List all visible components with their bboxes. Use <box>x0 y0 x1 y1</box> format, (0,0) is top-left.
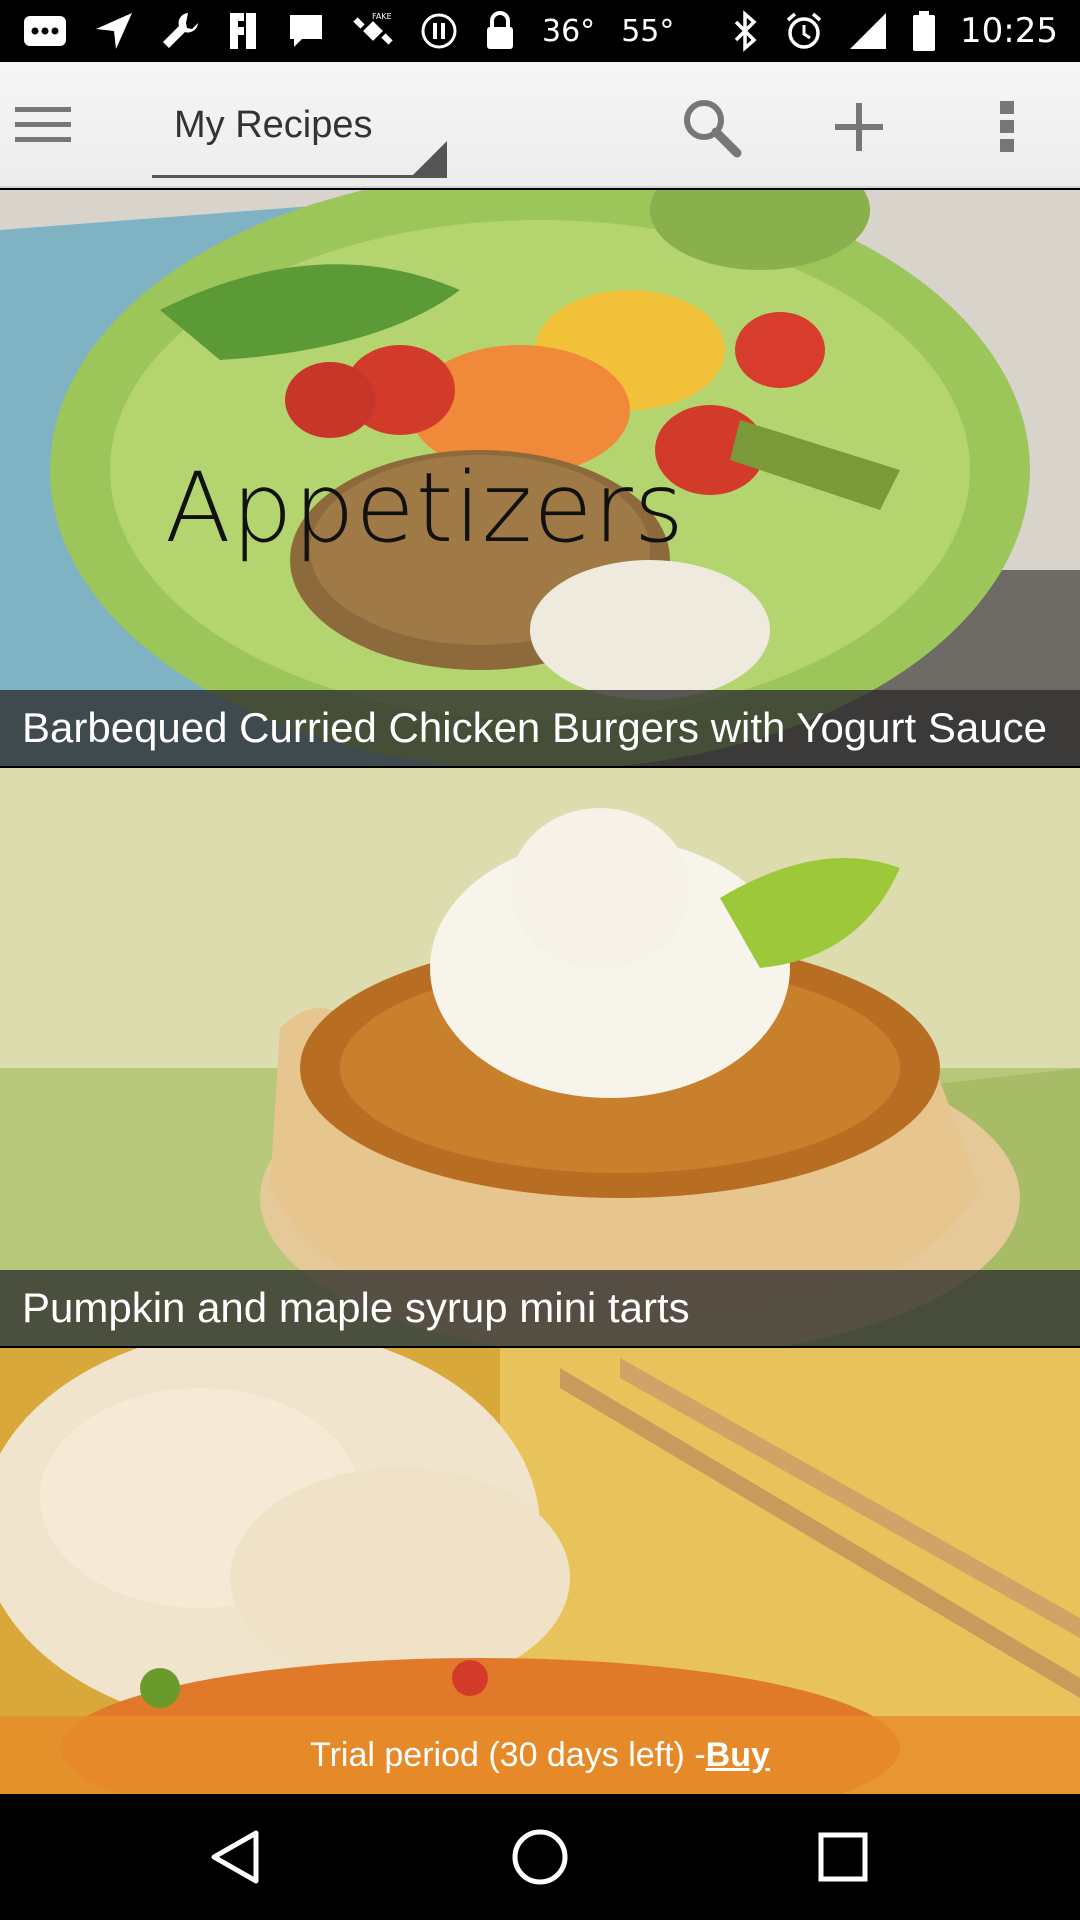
more-vertical-icon <box>1000 101 1014 152</box>
plus-icon <box>835 103 883 151</box>
drawer-menu-button[interactable] <box>14 90 72 160</box>
alarm-icon <box>784 8 824 54</box>
recipe-title-2: Pumpkin and maple syrup mini tarts <box>0 1270 1080 1346</box>
status-time: 10:25 <box>960 11 1058 51</box>
trial-text: Trial period (30 days left) - <box>310 1735 706 1774</box>
buy-link[interactable]: Buy <box>706 1736 770 1775</box>
recipe-list-spinner[interactable]: My Recipes <box>152 82 447 178</box>
navigation-bar <box>0 1794 1080 1920</box>
bluetooth-icon <box>732 8 760 54</box>
more-notifications-icon <box>22 8 68 54</box>
status-bar-notifications: FAKE 36° 55° <box>22 8 674 54</box>
section-label-appetizers: Appetizers <box>165 452 685 564</box>
wrench-icon <box>160 8 200 54</box>
back-triangle-icon <box>211 1830 259 1884</box>
home-button[interactable] <box>505 1822 575 1892</box>
recipe-card-2[interactable]: Pumpkin and maple syrup mini tarts <box>0 768 1080 1346</box>
search-icon <box>684 100 742 158</box>
recipe-title-1: Barbequed Curried Chicken Burgers with Y… <box>0 690 1080 766</box>
search-button[interactable] <box>676 92 746 162</box>
back-button[interactable] <box>200 1822 270 1892</box>
overflow-menu-button[interactable] <box>972 92 1042 162</box>
temperature-1: 36° <box>542 13 596 49</box>
home-circle-icon <box>512 1829 568 1885</box>
signal-icon <box>848 8 888 54</box>
recipe-photo-tarts <box>0 768 1080 1346</box>
recent-square-icon <box>818 1832 868 1882</box>
battery-icon <box>912 8 936 54</box>
status-bar: FAKE 36° 55° 10:25 <box>0 0 1080 62</box>
status-bar-system: 10:25 <box>732 8 1058 54</box>
spinner-selected-title: My Recipes <box>174 104 373 146</box>
fit-app-icon <box>226 8 260 54</box>
recent-apps-button[interactable] <box>808 1822 878 1892</box>
add-recipe-button[interactable] <box>824 92 894 162</box>
temperature-2: 55° <box>621 13 675 49</box>
navigation-arrow-icon <box>94 8 134 54</box>
lock-icon <box>484 8 516 54</box>
message-icon <box>286 8 326 54</box>
action-bar: My Recipes <box>0 62 1080 188</box>
svg-text:FAKE: FAKE <box>372 12 392 21</box>
fake-gps-satellite-icon: FAKE <box>352 8 394 54</box>
recipe-card-3[interactable]: Trial period (30 days left) - Buy <box>0 1348 1080 1794</box>
pause-circle-icon <box>420 8 458 54</box>
trial-banner: Trial period (30 days left) - Buy <box>0 1716 1080 1794</box>
spinner-triangle-icon <box>413 141 447 175</box>
recipe-card-1[interactable]: Appetizers Barbequed Curried Chicken Bur… <box>0 190 1080 766</box>
hamburger-menu-icon <box>15 107 71 142</box>
